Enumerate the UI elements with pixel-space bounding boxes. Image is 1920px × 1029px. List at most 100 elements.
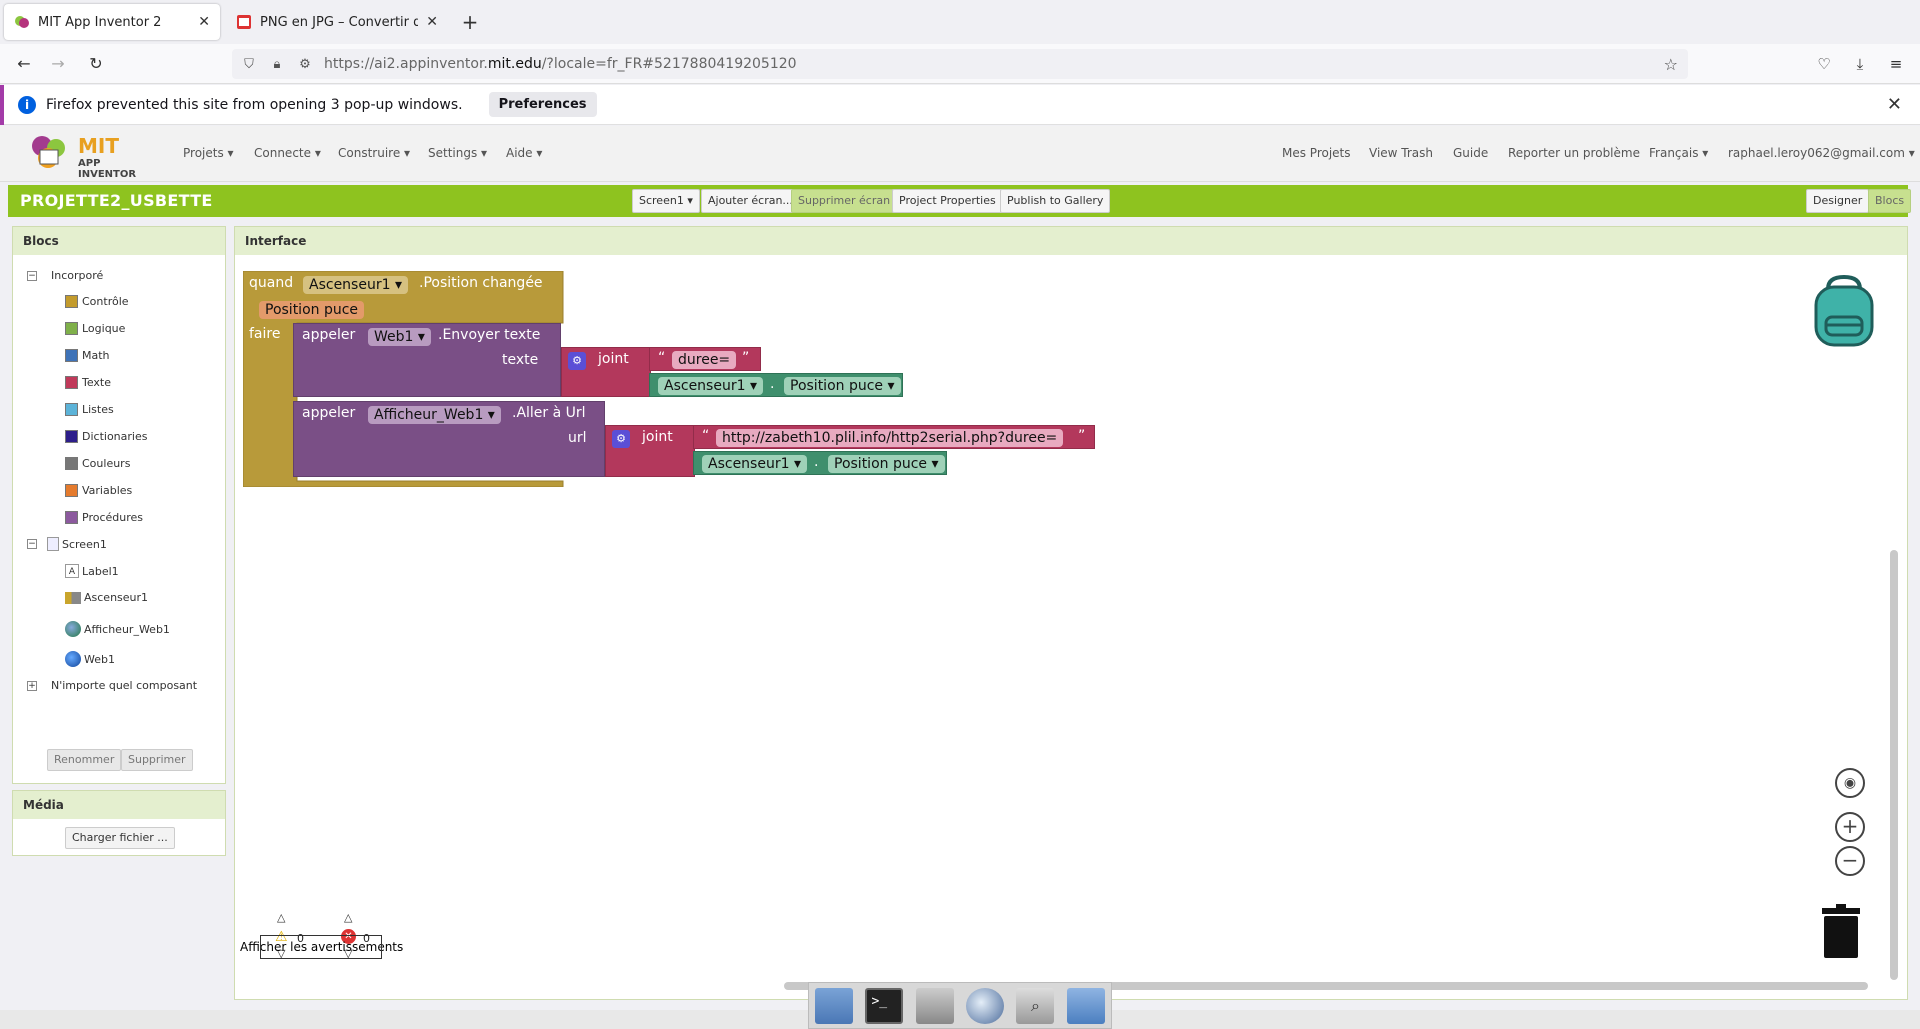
getter2-component-dropdown[interactable]: Ascenseur1 ▾ bbox=[702, 455, 807, 473]
join1-label: joint bbox=[598, 351, 629, 367]
text1-value[interactable]: duree= bbox=[672, 351, 737, 369]
text-block-duree[interactable]: “ duree= ” bbox=[649, 347, 761, 371]
join-block-2[interactable]: ⚙ joint bbox=[605, 425, 695, 477]
pocket-icon[interactable]: ♡ bbox=[1810, 50, 1838, 78]
getter2-property-dropdown[interactable]: Position puce ▾ bbox=[828, 455, 945, 473]
drawer-dictionaries[interactable]: Dictionaries bbox=[65, 430, 147, 443]
drawer-couleurs[interactable]: Couleurs bbox=[65, 457, 130, 470]
event-param-chip[interactable]: Position puce bbox=[259, 301, 365, 319]
downloads-icon[interactable]: ⤓ bbox=[1846, 50, 1874, 78]
lock-icon[interactable]: 🔒︎ bbox=[266, 57, 288, 72]
folder-icon[interactable] bbox=[1066, 987, 1105, 1024]
blocks-button[interactable]: Blocs bbox=[1868, 189, 1912, 213]
drawer-controle[interactable]: Contrôle bbox=[65, 295, 129, 308]
menu-aide[interactable]: Aide ▾ bbox=[506, 146, 542, 160]
menu-view-trash[interactable]: View Trash bbox=[1369, 146, 1433, 160]
call1-arg-label: texte bbox=[502, 352, 539, 368]
warning-prev-arrow-icon[interactable]: △ bbox=[277, 911, 285, 924]
search-icon[interactable]: ⌕ bbox=[1016, 987, 1055, 1024]
text2-quote-close: ” bbox=[1078, 428, 1086, 444]
component-web1[interactable]: Web1 bbox=[65, 651, 115, 667]
text-block-url[interactable]: “ http://zabeth10.plil.info/http2serial.… bbox=[693, 425, 1095, 449]
component-afficheur-web1[interactable]: Afficheur_Web1 bbox=[65, 621, 170, 637]
tree-any-component[interactable]: + N'importe quel composant bbox=[27, 679, 197, 692]
tab-app-inventor[interactable]: MIT App Inventor 2 ✕ bbox=[4, 4, 220, 40]
close-tab-icon[interactable]: ✕ bbox=[426, 14, 438, 30]
menu-account[interactable]: raphael.leroy062@gmail.com ▾ bbox=[1728, 146, 1915, 160]
menu-icon[interactable]: ≡ bbox=[1882, 50, 1910, 78]
zoom-in-icon[interactable]: + bbox=[1835, 812, 1865, 842]
collapse-icon[interactable]: − bbox=[27, 270, 37, 281]
permissions-icon[interactable]: ⚙︎ bbox=[294, 57, 316, 72]
blocks-canvas[interactable]: quand Ascenseur1 ▾ .Position changée Pos… bbox=[235, 255, 1907, 999]
publish-gallery-button[interactable]: Publish to Gallery bbox=[1000, 189, 1111, 213]
error-prev-arrow-icon[interactable]: △ bbox=[344, 911, 352, 924]
forward-icon[interactable]: → bbox=[44, 50, 72, 78]
drawer-variables[interactable]: Variables bbox=[65, 484, 132, 497]
menu-guide[interactable]: Guide bbox=[1453, 146, 1488, 160]
menu-connecte[interactable]: Connecte ▾ bbox=[254, 146, 321, 160]
url-bar[interactable]: ⛉ 🔒︎ ⚙︎ https://ai2.appinventor.mit.edu/… bbox=[232, 49, 1688, 79]
drawer-listes[interactable]: Listes bbox=[65, 403, 114, 416]
call2-method-label: .Aller à Url bbox=[512, 405, 586, 421]
zoom-out-icon[interactable]: − bbox=[1835, 846, 1865, 876]
drawer-math[interactable]: Math bbox=[65, 349, 110, 362]
tree-builtin[interactable]: − Incorporé bbox=[27, 269, 103, 282]
tab-png-jpg[interactable]: PNG en JPG – Convertir d ✕ bbox=[226, 4, 448, 40]
join-block-1[interactable]: ⚙ joint bbox=[561, 347, 651, 397]
files-icon[interactable] bbox=[815, 987, 854, 1024]
tree-screen1[interactable]: − Screen1 bbox=[27, 537, 107, 551]
project-properties-button[interactable]: Project Properties bbox=[892, 189, 1003, 213]
text2-value[interactable]: http://zabeth10.plil.info/http2serial.ph… bbox=[716, 429, 1064, 447]
drawer-logique[interactable]: Logique bbox=[65, 322, 125, 335]
delete-button[interactable]: Supprimer bbox=[121, 749, 193, 771]
backpack-icon[interactable] bbox=[1810, 275, 1878, 347]
call-webviewer-goto-url-block[interactable]: appeler Afficheur_Web1 ▾ .Aller à Url ur… bbox=[293, 401, 605, 477]
menu-settings[interactable]: Settings ▾ bbox=[428, 146, 487, 160]
getter1-component-dropdown[interactable]: Ascenseur1 ▾ bbox=[658, 377, 763, 395]
bookmark-star-icon[interactable]: ☆ bbox=[1664, 55, 1678, 74]
getter-block-2[interactable]: Ascenseur1 ▾ . Position puce ▾ bbox=[693, 451, 947, 475]
close-notification-icon[interactable]: ✕ bbox=[1887, 94, 1902, 115]
menu-language[interactable]: Français ▾ bbox=[1649, 146, 1708, 160]
back-icon[interactable]: ← bbox=[10, 50, 38, 78]
file-cabinet-icon[interactable] bbox=[915, 987, 954, 1024]
vertical-scrollbar[interactable] bbox=[1890, 550, 1898, 980]
component-ascenseur1[interactable]: Ascenseur1 bbox=[65, 591, 148, 604]
screen-select-button[interactable]: Screen1 ▾ bbox=[632, 189, 700, 213]
join-mutator-icon[interactable]: ⚙ bbox=[612, 430, 630, 448]
web-browser-icon[interactable] bbox=[966, 987, 1005, 1024]
call1-component-dropdown[interactable]: Web1 ▾ bbox=[368, 328, 431, 346]
expand-icon[interactable]: + bbox=[27, 680, 37, 691]
menu-report-problem[interactable]: Reporter un problème bbox=[1508, 146, 1640, 160]
rename-button[interactable]: Renommer bbox=[47, 749, 122, 771]
drawer-texte[interactable]: Texte bbox=[65, 376, 111, 389]
preferences-button[interactable]: Preferences bbox=[488, 92, 597, 117]
shield-icon[interactable]: ⛉ bbox=[238, 57, 260, 72]
designer-button[interactable]: Designer bbox=[1806, 189, 1870, 213]
terminal-icon[interactable]: >_ bbox=[865, 987, 904, 1024]
join-mutator-icon[interactable]: ⚙ bbox=[568, 352, 586, 370]
remove-screen-button[interactable]: Supprimer écran bbox=[791, 189, 898, 213]
call2-component-dropdown[interactable]: Afficheur_Web1 ▾ bbox=[368, 406, 501, 424]
drawer-label: Texte bbox=[82, 376, 112, 389]
collapse-icon[interactable]: − bbox=[27, 539, 37, 549]
getter-block-1[interactable]: Ascenseur1 ▾ . Position puce ▾ bbox=[649, 373, 903, 397]
component-label1[interactable]: A Label1 bbox=[65, 564, 119, 578]
show-warnings-box[interactable] bbox=[260, 935, 382, 959]
menu-projets[interactable]: Projets ▾ bbox=[183, 146, 234, 160]
reload-icon[interactable]: ↻ bbox=[82, 50, 110, 78]
mit-app-inventor-logo[interactable]: MIT APP INVENTOR bbox=[28, 132, 158, 180]
call-web1-post-text-block[interactable]: appeler Web1 ▾ .Envoyer texte texte bbox=[293, 323, 561, 397]
menu-construire[interactable]: Construire ▾ bbox=[338, 146, 410, 160]
event-component-dropdown[interactable]: Ascenseur1 ▾ bbox=[303, 276, 408, 294]
close-tab-icon[interactable]: ✕ bbox=[198, 14, 210, 30]
upload-file-button[interactable]: Charger fichier ... bbox=[65, 827, 175, 849]
new-tab-icon[interactable]: + bbox=[458, 8, 482, 36]
drawer-procedures[interactable]: Procédures bbox=[65, 511, 143, 524]
menu-mes-projets[interactable]: Mes Projets bbox=[1282, 146, 1351, 160]
recenter-icon[interactable]: ◉ bbox=[1835, 768, 1865, 798]
add-screen-button[interactable]: Ajouter écran... bbox=[701, 189, 800, 213]
trash-icon[interactable] bbox=[1822, 904, 1860, 958]
getter1-property-dropdown[interactable]: Position puce ▾ bbox=[784, 377, 901, 395]
